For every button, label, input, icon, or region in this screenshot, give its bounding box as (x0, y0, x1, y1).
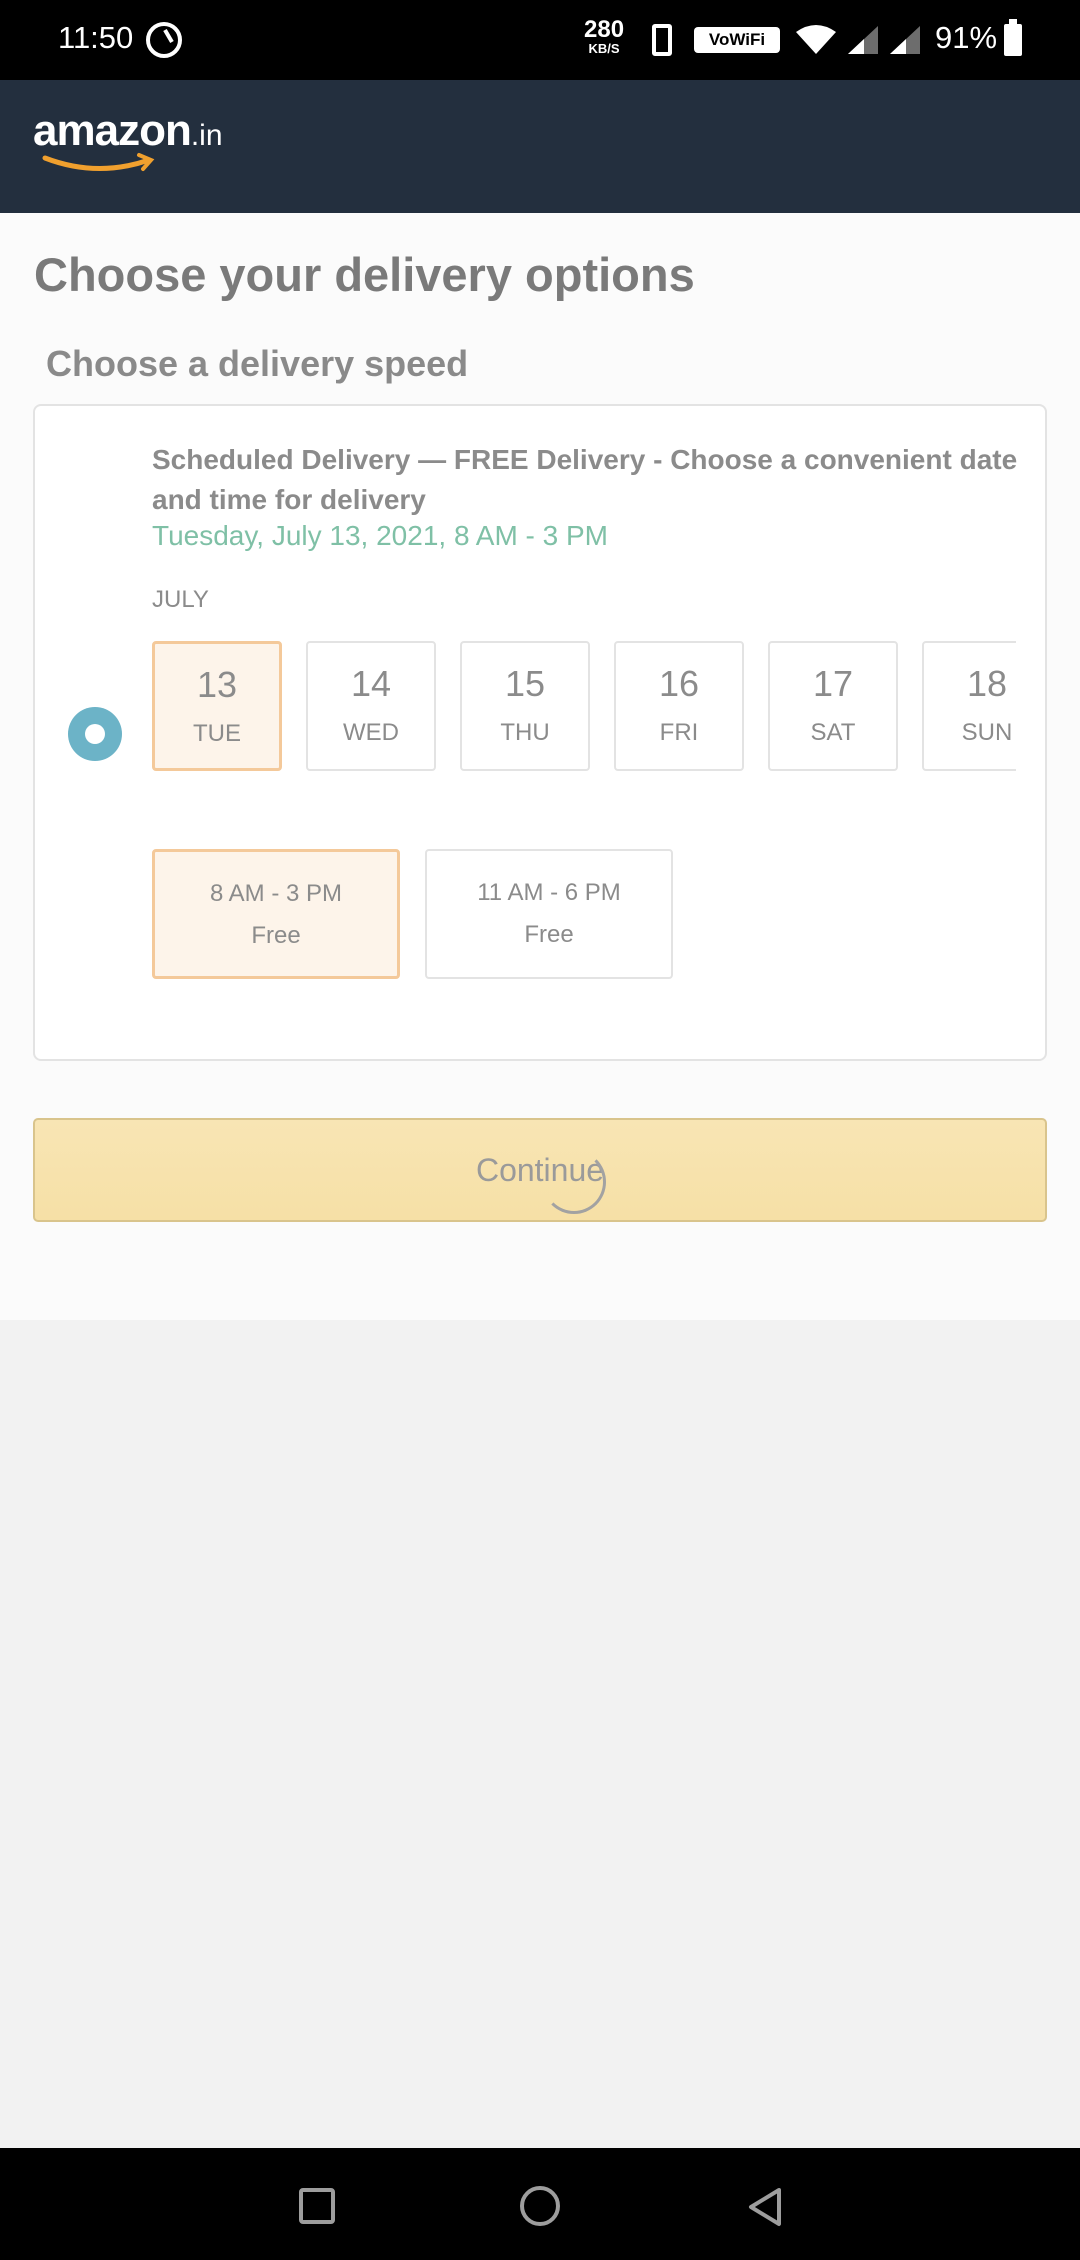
date-weekday: TUE (193, 720, 241, 747)
logo-main-text: amazon (33, 106, 192, 155)
time-slot-price: Free (251, 922, 301, 949)
selected-delivery-date: Tuesday, July 13, 2021, 8 AM - 3 PM (152, 520, 608, 551)
date-number: 13 (196, 664, 238, 705)
date-weekday: SAT (810, 719, 856, 746)
date-weekday: SUN (961, 719, 1013, 746)
date-number: 15 (504, 663, 546, 704)
battery-percent: 91% (935, 20, 998, 55)
date-number: 14 (350, 663, 392, 704)
date-weekday: THU (500, 719, 550, 746)
date-tile-14[interactable]: 14 WED (306, 641, 436, 771)
system-nav-bar (0, 2148, 1080, 2260)
smile-arrow-icon (42, 153, 155, 172)
network-speed-unit: KB/S (588, 41, 620, 56)
recents-icon[interactable] (299, 2188, 335, 2224)
loading-spinner-icon (542, 1150, 606, 1214)
date-tile-18[interactable]: 18 SUN (922, 641, 1016, 771)
signal-icon (848, 26, 878, 54)
wifi-icon (796, 25, 836, 54)
network-speed-value: 280 (584, 16, 625, 43)
status-time: 11:50 (58, 20, 134, 55)
scheduled-delivery-option[interactable]: Scheduled Delivery — FREE Delivery - Cho… (33, 404, 1047, 1061)
time-slot-11am-6pm[interactable]: 11 AM - 6 PM Free (425, 849, 673, 979)
date-tile-13[interactable]: 13 TUE (152, 641, 282, 771)
date-number: 18 (966, 663, 1008, 704)
radio-button-selected[interactable] (68, 707, 122, 761)
time-slot-price: Free (524, 921, 574, 948)
amazon-logo[interactable]: amazon.in (33, 106, 223, 172)
section-title: Choose a delivery speed (46, 343, 469, 384)
date-tile-15[interactable]: 15 THU (460, 641, 590, 771)
date-weekday: WED (343, 719, 399, 746)
month-label: JULY (152, 586, 209, 613)
page-title: Choose your delivery options (34, 248, 695, 301)
phone-icon (652, 24, 672, 56)
vowifi-badge: VoWiFi (694, 27, 780, 53)
time-slot-8am-3pm[interactable]: 8 AM - 3 PM Free (152, 849, 400, 979)
date-number: 16 (658, 663, 700, 704)
status-bar: 11:50 280 KB/S VoWiFi 91% (0, 0, 1080, 80)
date-number: 17 (812, 663, 854, 704)
continue-button[interactable]: Continue (33, 1118, 1047, 1222)
date-weekday: FRI (659, 719, 699, 746)
option-title: Scheduled Delivery — FREE Delivery - Cho… (152, 444, 1018, 515)
signal-icon-2 (890, 26, 920, 54)
back-icon[interactable] (745, 2186, 785, 2228)
time-slot-range: 8 AM - 3 PM (209, 880, 343, 907)
battery-icon (1004, 19, 1022, 56)
date-tile-16[interactable]: 16 FRI (614, 641, 744, 771)
app-header: amazon.in (0, 80, 1080, 213)
network-speed: 280 KB/S (584, 16, 625, 56)
home-icon[interactable] (520, 2186, 560, 2226)
delivery-options-page: Choose your delivery options Choose a de… (0, 213, 1080, 1320)
time-slot-range: 11 AM - 6 PM (477, 879, 621, 906)
date-tile-17[interactable]: 17 SAT (768, 641, 898, 771)
date-picker[interactable]: 13 TUE 14 WED 15 THU 16 FRI 17 SAT 18 SU… (152, 641, 1016, 771)
logo-tld-text: .in (190, 119, 223, 152)
at-icon (146, 22, 182, 58)
